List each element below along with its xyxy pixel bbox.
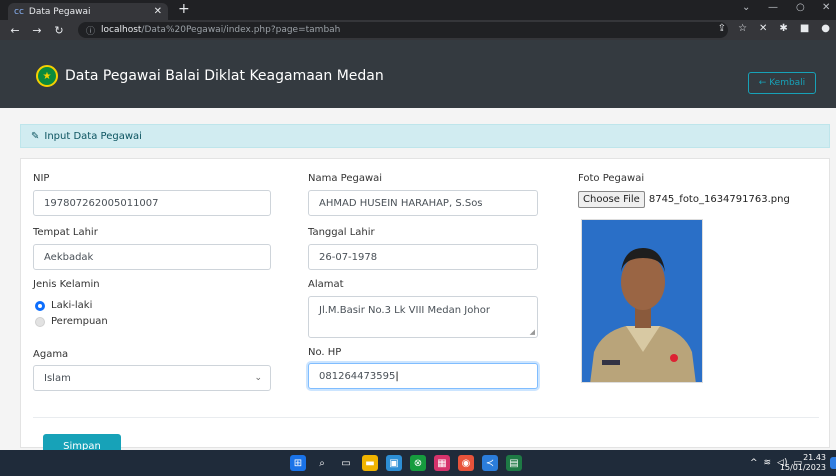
jenis-kelamin-label: Jenis Kelamin <box>33 279 100 290</box>
url-host: localhost <box>101 25 142 35</box>
back-button[interactable]: ← Kembali <box>748 72 816 94</box>
alamat-value: Jl.M.Basir No.3 Lk VIII Medan Johor <box>319 305 490 316</box>
windows-taskbar: ⊞ ⌕ ▭ ▬ ▣ ⊗ ▦ ◉ ≺ ▤ ^ ≋ ◁) ▭ 21.43 15/01… <box>0 450 836 476</box>
tanggal-lahir-input[interactable]: 26-07-1978 <box>308 244 538 270</box>
url-bar[interactable]: ⓘ localhost /Data%20Pegawai/index.php?pa… <box>78 22 728 38</box>
close-window-icon[interactable]: ✕ <box>822 2 830 13</box>
no-hp-input[interactable]: 081264473595 | <box>308 363 538 389</box>
logo-icon: ★ <box>36 65 58 87</box>
resize-grip-icon[interactable]: ◢ <box>530 328 535 336</box>
alamat-label: Alamat <box>308 279 344 290</box>
tab-search-icon[interactable]: ⌄ <box>742 2 750 13</box>
tanggal-lahir-label: Tanggal Lahir <box>308 227 375 238</box>
taskbar-clock[interactable]: 21.43 15/01/2023 <box>780 453 826 473</box>
form-divider <box>33 417 819 418</box>
navbar-brand[interactable]: ★ Data Pegawai Balai Diklat Keagamaan Me… <box>36 65 384 87</box>
notification-indicator[interactable] <box>830 457 836 469</box>
agama-label: Agama <box>33 349 69 360</box>
card-header: ✎ Input Data Pegawai <box>20 124 830 148</box>
tab-title: Data Pegawai <box>28 6 91 17</box>
taskbar-apps: ⊞ ⌕ ▭ ▬ ▣ ⊗ ▦ ◉ ≺ ▤ <box>290 455 522 471</box>
clock-date: 15/01/2023 <box>779 463 826 472</box>
tray-chevron-icon[interactable]: ^ <box>750 458 758 468</box>
radio-unselected-icon <box>35 316 45 327</box>
nama-pegawai-input[interactable]: AHMAD HUSEIN HARAHAP, S.Sos <box>308 190 538 216</box>
chevron-down-icon: ⌄ <box>254 373 262 383</box>
nama-pegawai-label: Nama Pegawai <box>308 173 383 184</box>
app-navbar: ★ Data Pegawai Balai Diklat Keagamaan Me… <box>0 40 836 108</box>
choose-file-button[interactable]: Choose File <box>578 191 645 208</box>
clock-time: 21.43 <box>803 453 826 462</box>
wifi-icon[interactable]: ≋ <box>764 458 772 468</box>
extension-icon[interactable]: ✕ <box>759 23 767 34</box>
foto-pegawai-label: Foto Pegawai <box>578 173 645 184</box>
alamat-textarea[interactable]: Jl.M.Basir No.3 Lk VIII Medan Johor ◢ <box>308 296 538 338</box>
store-icon[interactable]: ▣ <box>386 455 402 471</box>
close-tab-icon[interactable]: ✕ <box>154 6 162 17</box>
browser-tab-bar: ᴄᴄ Data Pegawai ✕ + ⌄ — ○ ✕ <box>0 0 836 20</box>
minimize-icon[interactable]: — <box>768 2 778 13</box>
card-header-title: Input Data Pegawai <box>44 130 142 142</box>
photos-icon[interactable]: ▦ <box>434 455 450 471</box>
brand-title: Data Pegawai Balai Diklat Keagamaan Meda… <box>65 68 384 84</box>
sidebar-icon[interactable]: ■ <box>800 23 809 34</box>
nip-input[interactable]: 197807262005011007 <box>33 190 271 216</box>
employee-photo-image <box>582 220 702 382</box>
radio-perempuan[interactable]: Perempuan <box>35 316 108 327</box>
file-name: 8745_foto_1634791763.png <box>648 194 790 205</box>
favicon-icon: ᴄᴄ <box>14 6 24 17</box>
no-hp-value: 081264473595 <box>319 370 396 382</box>
url-path: /Data%20Pegawai/index.php?page=tambah <box>141 25 341 35</box>
radio-laki-laki[interactable]: Laki-laki <box>35 300 92 311</box>
agama-selected-value: Islam <box>44 372 71 384</box>
vscode-icon[interactable]: ≺ <box>482 455 498 471</box>
employee-form: NIP 197807262005011007 Tempat Lahir Aekb… <box>20 158 830 458</box>
new-tab-icon[interactable]: + <box>178 1 190 17</box>
profile-icon[interactable]: ● <box>821 23 830 34</box>
extensions-puzzle-icon[interactable]: ✱ <box>779 23 787 34</box>
maximize-icon[interactable]: ○ <box>796 2 805 13</box>
file-explorer-icon[interactable]: ▬ <box>362 455 378 471</box>
no-hp-label: No. HP <box>308 347 342 358</box>
tempat-lahir-input[interactable]: Aekbadak <box>33 244 271 270</box>
chrome-icon[interactable]: ◉ <box>458 455 474 471</box>
browser-tab[interactable]: ᴄᴄ Data Pegawai ✕ <box>8 3 168 20</box>
file-input[interactable]: Choose File 8745_foto_1634791763.png <box>578 191 790 208</box>
bookmark-star-icon[interactable]: ☆ <box>738 23 747 34</box>
site-info-icon[interactable]: ⓘ <box>86 24 95 37</box>
agama-select[interactable]: Islam ⌄ <box>33 365 271 391</box>
forward-arrow-icon[interactable]: → <box>30 24 44 37</box>
browser-toolbar-icons: ⇪ ☆ ✕ ✱ ■ ● <box>718 23 830 34</box>
employee-photo <box>581 219 703 383</box>
edit-icon: ✎ <box>31 130 40 142</box>
reload-icon[interactable]: ↻ <box>52 24 66 37</box>
search-icon[interactable]: ⌕ <box>314 455 330 471</box>
share-icon[interactable]: ⇪ <box>718 23 726 34</box>
radio-laki-laki-label: Laki-laki <box>51 300 93 311</box>
radio-selected-icon <box>35 300 45 311</box>
task-view-icon[interactable]: ▭ <box>338 455 354 471</box>
excel-icon[interactable]: ▤ <box>506 455 522 471</box>
tempat-lahir-label: Tempat Lahir <box>33 227 98 238</box>
nip-label: NIP <box>33 173 50 184</box>
start-icon[interactable]: ⊞ <box>290 455 306 471</box>
back-arrow-icon[interactable]: ← <box>8 24 22 37</box>
address-bar-row: ← → ↻ ⓘ localhost /Data%20Pegawai/index.… <box>0 20 836 40</box>
text-cursor: | <box>395 370 399 382</box>
radio-perempuan-label: Perempuan <box>51 316 108 327</box>
xbox-icon[interactable]: ⊗ <box>410 455 426 471</box>
